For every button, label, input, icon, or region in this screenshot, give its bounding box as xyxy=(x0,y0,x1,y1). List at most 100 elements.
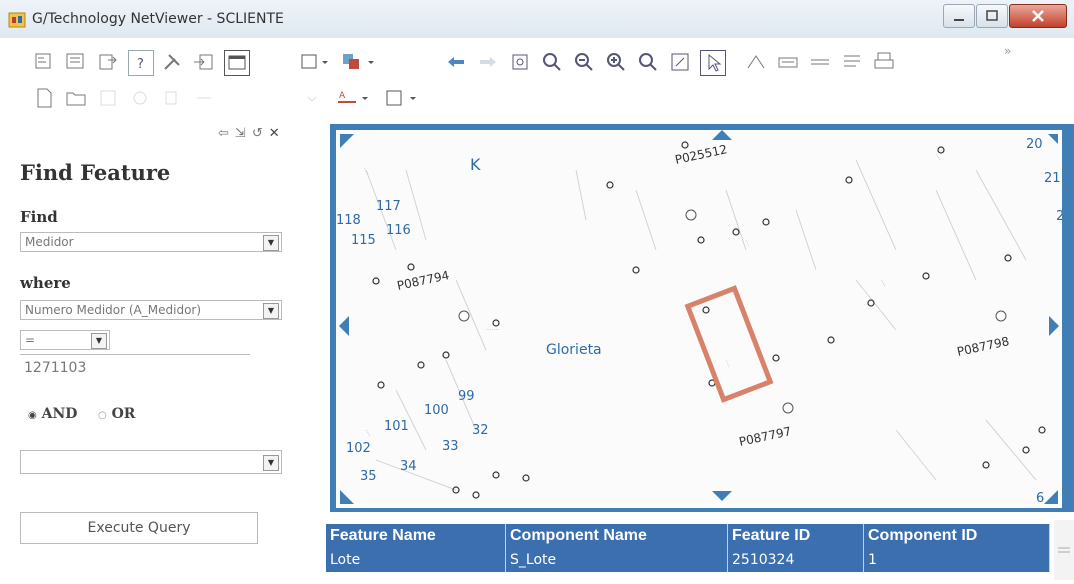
and-label: AND xyxy=(41,406,78,422)
table-cell: 1 xyxy=(864,548,1050,572)
minimize-icon xyxy=(954,19,964,21)
zoom-extent-button[interactable] xyxy=(508,50,532,74)
parcel-number: 2 xyxy=(1056,209,1062,224)
refresh-button[interactable] xyxy=(128,86,152,110)
text-style-button[interactable]: A xyxy=(336,86,376,110)
column-header[interactable]: Feature ID xyxy=(728,524,864,548)
layers-button[interactable] xyxy=(32,50,56,74)
toolbar-overflow[interactable]: » xyxy=(1004,44,1011,58)
zoom-previous-icon xyxy=(639,53,657,71)
operator-select[interactable]: = ▼ xyxy=(20,330,110,350)
column-header[interactable]: Component Name xyxy=(506,524,728,548)
title-bar: G/Technology NetViewer - SCLIENTE xyxy=(0,0,1074,38)
line-button[interactable] xyxy=(808,50,832,74)
execute-query-button[interactable]: Execute Query xyxy=(20,512,258,544)
table-row[interactable]: Lote S_Lote 2510324 1 xyxy=(326,548,1050,572)
and-radio[interactable]: ◉ AND xyxy=(28,406,77,422)
pin-icon[interactable]: ⇦ xyxy=(218,126,235,141)
extra-select[interactable]: ▼ xyxy=(20,450,282,474)
parcel-number: 100 xyxy=(424,403,449,418)
symbology-icon xyxy=(343,54,374,69)
parcel-number: 117 xyxy=(376,199,401,214)
tools-button[interactable] xyxy=(160,50,184,74)
back-arrow-icon xyxy=(448,57,464,67)
zoom-previous-button[interactable] xyxy=(636,50,660,74)
layers-icon xyxy=(35,53,51,69)
new-button[interactable] xyxy=(32,86,56,110)
chevron-down-icon: ▼ xyxy=(263,235,279,251)
float-icon[interactable]: ⇲ xyxy=(235,126,252,141)
parcel-number: 21 xyxy=(1044,171,1061,186)
window-title: G/Technology NetViewer - SCLIENTE xyxy=(32,11,284,27)
column-header[interactable]: Feature Name xyxy=(326,524,506,548)
folder-icon xyxy=(66,92,86,106)
svg-text:....: .... xyxy=(724,358,733,368)
svg-text:....: .... xyxy=(364,428,374,438)
map-view[interactable]: .... .... .... .... .... ....... .... ..… xyxy=(330,124,1074,512)
map-canvas[interactable]: .... .... .... .... .... ....... .... ..… xyxy=(336,130,1062,508)
legend-button[interactable] xyxy=(64,50,88,74)
save-button[interactable] xyxy=(96,86,120,110)
print-button[interactable] xyxy=(872,50,896,74)
frame-style-icon xyxy=(386,90,416,106)
parcel-number: 35 xyxy=(360,469,377,484)
help-button[interactable]: ? xyxy=(128,50,154,76)
toolbar-secondary: A xyxy=(0,80,1074,116)
results-scrollbar[interactable] xyxy=(1054,520,1074,580)
svg-text:....: .... xyxy=(879,278,889,288)
where-select[interactable]: Numero Medidor (A_Medidor) ▼ xyxy=(20,300,282,320)
parcel-number: 33 xyxy=(442,439,459,454)
pan-button[interactable] xyxy=(668,50,692,74)
import-icon xyxy=(194,54,213,70)
table-cell: Lote xyxy=(326,548,506,572)
measure-button[interactable] xyxy=(744,50,768,74)
query-value-input[interactable]: 1271103 xyxy=(20,358,250,378)
forward-button[interactable] xyxy=(476,50,500,74)
symbology-button[interactable] xyxy=(340,50,380,74)
copy-icon xyxy=(165,91,177,105)
chevron-down-icon: ▼ xyxy=(263,303,279,319)
parcel-number: 99 xyxy=(458,389,475,404)
export-button[interactable] xyxy=(96,50,120,74)
parcel-number: 34 xyxy=(400,459,417,474)
column-header[interactable]: Component ID xyxy=(864,524,1050,548)
properties-icon xyxy=(844,55,860,67)
zoom-out-button[interactable] xyxy=(572,50,596,74)
save-icon xyxy=(100,90,116,106)
select-rectangle-button[interactable] xyxy=(300,50,332,74)
copy-button[interactable] xyxy=(160,86,184,110)
frame-style-button[interactable] xyxy=(384,86,424,110)
dropdown-icon xyxy=(307,96,317,102)
paste-button[interactable] xyxy=(192,86,216,110)
refresh-icon xyxy=(133,91,147,105)
rectangle-select-icon xyxy=(301,54,328,69)
close-button[interactable] xyxy=(1009,4,1067,28)
or-radio[interactable]: ○ OR xyxy=(98,406,135,422)
properties-button[interactable] xyxy=(840,50,864,74)
measure-icon xyxy=(747,55,765,69)
pole-label: P087794 xyxy=(396,268,451,293)
map-drawing[interactable]: .... .... .... .... .... ....... .... ..… xyxy=(336,130,1062,508)
zoom-out-icon xyxy=(575,53,593,71)
redline-button[interactable] xyxy=(776,50,800,74)
close-panel-icon[interactable]: ✕ xyxy=(269,126,286,141)
refresh-panel-icon[interactable]: ↺ xyxy=(252,126,269,141)
zoom-button[interactable] xyxy=(540,50,564,74)
find-select[interactable]: Medidor ▼ xyxy=(20,232,282,252)
where-select-value: Numero Medidor (A_Medidor) xyxy=(25,303,202,317)
print-icon xyxy=(874,52,894,69)
open-button[interactable] xyxy=(64,86,88,110)
minimize-button[interactable] xyxy=(943,4,975,28)
zoom-in-button[interactable] xyxy=(604,50,628,74)
select-pointer-button[interactable] xyxy=(700,50,726,76)
map-area-label: Glorieta xyxy=(546,342,602,358)
svg-text:?: ? xyxy=(137,57,144,72)
scroll-handle-icon xyxy=(1058,547,1070,553)
maximize-button[interactable] xyxy=(976,4,1008,28)
query-value-text: 1271103 xyxy=(24,360,87,376)
import-button[interactable] xyxy=(192,50,216,74)
back-button[interactable] xyxy=(444,50,468,74)
new-document-icon xyxy=(37,88,52,108)
window-view-button[interactable] xyxy=(224,50,250,76)
parcel-number: 20 xyxy=(1026,137,1043,152)
